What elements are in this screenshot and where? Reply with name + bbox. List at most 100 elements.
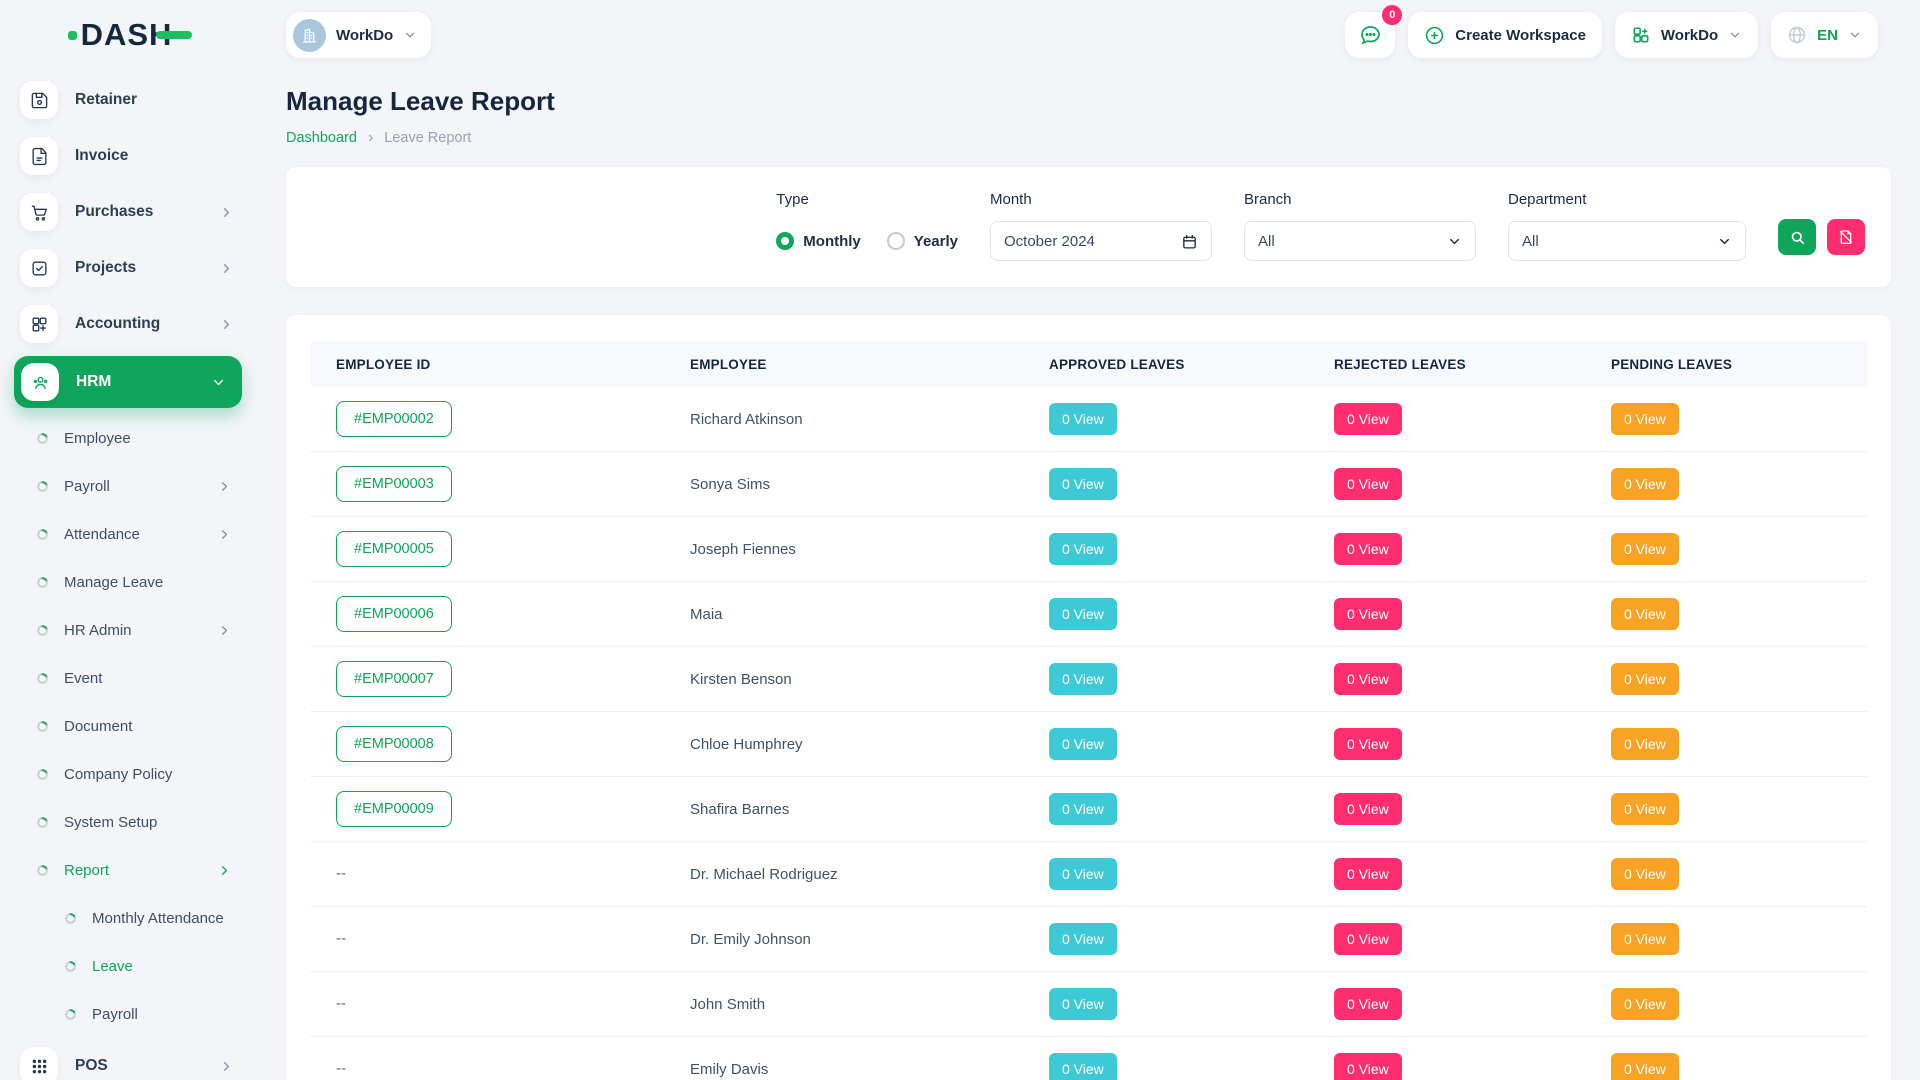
donut-bullet-icon xyxy=(64,960,77,973)
approved-leaves-view-button[interactable]: 0 View xyxy=(1049,403,1117,435)
pending-leaves-view-button[interactable]: 0 View xyxy=(1611,598,1679,630)
rejected-leaves-view-button[interactable]: 0 View xyxy=(1334,988,1402,1020)
rejected-leaves-view-button[interactable]: 0 View xyxy=(1334,598,1402,630)
employee-id-cell: #EMP00008 xyxy=(310,726,664,762)
app-logo[interactable]: DASH xyxy=(68,17,193,53)
language-selector[interactable]: EN xyxy=(1771,12,1878,58)
pending-leaves-view-button[interactable]: 0 View xyxy=(1611,533,1679,565)
check-square-icon xyxy=(30,259,49,278)
pending-leaves-view-button[interactable]: 0 View xyxy=(1611,858,1679,890)
approved-leaves-view-button[interactable]: 0 View xyxy=(1049,923,1117,955)
rejected-leaves-view-button[interactable]: 0 View xyxy=(1334,728,1402,760)
sidebar-item-projects[interactable]: Projects xyxy=(0,240,260,296)
reset-filter-button[interactable] xyxy=(1827,219,1865,255)
sidebar-subitem-employee[interactable]: Employee xyxy=(0,414,260,462)
donut-bullet-icon xyxy=(64,912,77,925)
sidebar-subitem-system-setup[interactable]: System Setup xyxy=(0,798,260,846)
sidebar-item-hrm[interactable]: HRM xyxy=(14,356,242,408)
employee-id-button[interactable]: #EMP00002 xyxy=(336,401,452,437)
pending-leaves-view-button[interactable]: 0 View xyxy=(1611,1053,1679,1080)
approved-leaves-view-button[interactable]: 0 View xyxy=(1049,533,1117,565)
employee-id-empty: -- xyxy=(336,1060,346,1077)
approved-leaves-view-button[interactable]: 0 View xyxy=(1049,988,1117,1020)
search-button[interactable] xyxy=(1778,219,1816,255)
sidebar-subitem-hr-admin[interactable]: HR Admin xyxy=(0,606,260,654)
rejected-leaves-view-button[interactable]: 0 View xyxy=(1334,793,1402,825)
rejected-leaves-cell: 0 View xyxy=(1308,533,1585,565)
approved-leaves-view-button[interactable]: 0 View xyxy=(1049,598,1117,630)
sidebar-subitem-leave[interactable]: Leave xyxy=(0,942,260,990)
pending-leaves-view-button[interactable]: 0 View xyxy=(1611,403,1679,435)
sidebar-subitem-report[interactable]: Report xyxy=(0,846,260,894)
pending-leaves-view-button[interactable]: 0 View xyxy=(1611,923,1679,955)
approved-leaves-view-button[interactable]: 0 View xyxy=(1049,1053,1117,1080)
month-input[interactable]: October 2024 xyxy=(990,221,1212,261)
workspace-switcher[interactable]: WorkDo xyxy=(286,12,431,58)
sidebar-subitem-company-policy[interactable]: Company Policy xyxy=(0,750,260,798)
sidebar-item-invoice[interactable]: Invoice xyxy=(0,128,260,184)
approved-leaves-view-button[interactable]: 0 View xyxy=(1049,793,1117,825)
approved-leaves-cell: 0 View xyxy=(1023,728,1308,760)
rejected-leaves-view-button[interactable]: 0 View xyxy=(1334,403,1402,435)
rejected-leaves-view-button[interactable]: 0 View xyxy=(1334,858,1402,890)
type-radio-monthly[interactable]: Monthly xyxy=(776,232,861,250)
pending-leaves-view-button[interactable]: 0 View xyxy=(1611,663,1679,695)
bullet-icon-wrap xyxy=(36,528,49,541)
pending-leaves-view-button[interactable]: 0 View xyxy=(1611,988,1679,1020)
sidebar-subitem-document[interactable]: Document xyxy=(0,702,260,750)
workspace-avatar xyxy=(293,19,326,52)
type-radio-yearly[interactable]: Yearly xyxy=(887,232,958,250)
pending-leaves-cell: 0 View xyxy=(1585,728,1867,760)
workdo-menu-button[interactable]: WorkDo xyxy=(1615,12,1758,58)
rejected-leaves-view-button[interactable]: 0 View xyxy=(1334,923,1402,955)
sidebar-subitem-payroll[interactable]: Payroll xyxy=(0,462,260,510)
pending-leaves-view-button[interactable]: 0 View xyxy=(1611,728,1679,760)
employee-id-button[interactable]: #EMP00008 xyxy=(336,726,452,762)
sidebar-item-accounting[interactable]: Accounting xyxy=(0,296,260,352)
create-workspace-button[interactable]: Create Workspace xyxy=(1408,12,1602,58)
bullet-icon-wrap xyxy=(64,912,77,925)
rejected-leaves-view-button[interactable]: 0 View xyxy=(1334,468,1402,500)
branch-select[interactable]: All xyxy=(1244,221,1476,261)
chevron-down-icon xyxy=(403,28,417,42)
approved-leaves-view-button[interactable]: 0 View xyxy=(1049,728,1117,760)
employee-id-cell: #EMP00002 xyxy=(310,401,664,437)
sidebar-subitem-monthly-attendance[interactable]: Monthly Attendance xyxy=(0,894,260,942)
sidebar-subitem-attendance[interactable]: Attendance xyxy=(0,510,260,558)
sidebar-subitem-label: Attendance xyxy=(64,526,202,543)
employee-id-button[interactable]: #EMP00005 xyxy=(336,531,452,567)
employee-id-button[interactable]: #EMP00006 xyxy=(336,596,452,632)
month-value: October 2024 xyxy=(1004,233,1095,250)
sidebar-subitem-label: Manage Leave xyxy=(64,574,232,591)
approved-leaves-view-button[interactable]: 0 View xyxy=(1049,663,1117,695)
rejected-leaves-view-button[interactable]: 0 View xyxy=(1334,663,1402,695)
employee-name: Kirsten Benson xyxy=(664,671,1023,688)
department-select[interactable]: All xyxy=(1508,221,1746,261)
grid-plus-icon xyxy=(1631,25,1651,45)
logo-dash-icon xyxy=(156,31,192,39)
employee-id-button[interactable]: #EMP00009 xyxy=(336,791,452,827)
sidebar-item-label: POS xyxy=(75,1057,202,1075)
breadcrumb-dashboard-link[interactable]: Dashboard xyxy=(286,130,357,146)
messages-button[interactable]: 0 xyxy=(1345,12,1395,58)
sidebar-subitem-manage-leave[interactable]: Manage Leave xyxy=(0,558,260,606)
employee-id-button[interactable]: #EMP00003 xyxy=(336,466,452,502)
sidebar-item-purchases[interactable]: Purchases xyxy=(0,184,260,240)
sidebar-subitem-event[interactable]: Event xyxy=(0,654,260,702)
pending-leaves-view-button[interactable]: 0 View xyxy=(1611,793,1679,825)
donut-bullet-icon xyxy=(36,480,49,493)
sidebar-subitem-label: Report xyxy=(64,862,202,879)
employee-id-button[interactable]: #EMP00007 xyxy=(336,661,452,697)
approved-leaves-view-button[interactable]: 0 View xyxy=(1049,858,1117,890)
sidebar-subitem-payroll[interactable]: Payroll xyxy=(0,990,260,1038)
sidebar-item-retainer[interactable]: Retainer xyxy=(0,72,260,128)
type-filter-group: Type Monthly Yearly xyxy=(776,191,958,261)
sidebar-item-pos[interactable]: POS xyxy=(0,1038,260,1080)
donut-bullet-icon xyxy=(36,720,49,733)
approved-leaves-cell: 0 View xyxy=(1023,923,1308,955)
approved-leaves-view-button[interactable]: 0 View xyxy=(1049,468,1117,500)
pending-leaves-view-button[interactable]: 0 View xyxy=(1611,468,1679,500)
employee-name: Emily Davis xyxy=(664,1061,1023,1078)
rejected-leaves-view-button[interactable]: 0 View xyxy=(1334,533,1402,565)
rejected-leaves-view-button[interactable]: 0 View xyxy=(1334,1053,1402,1080)
